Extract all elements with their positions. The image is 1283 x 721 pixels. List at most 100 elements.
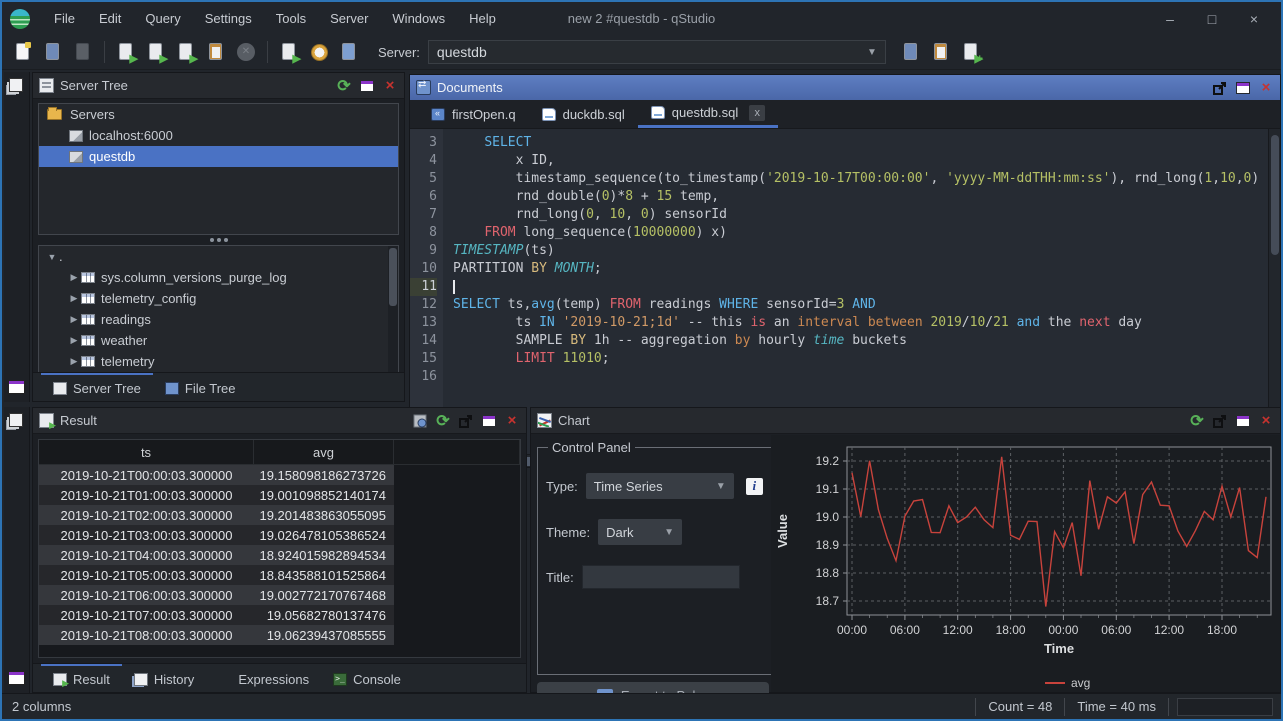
save-icon[interactable] xyxy=(71,40,95,64)
tree-collapsed-icon[interactable]: ▶ xyxy=(67,335,81,346)
table-row[interactable]: 2019-10-21T08:00:03.30000019.06239437085… xyxy=(39,625,520,645)
close-tab-icon[interactable]: x xyxy=(749,105,765,121)
refresh-icon[interactable]: ⟳ xyxy=(435,413,451,429)
svg-text:19.1: 19.1 xyxy=(816,482,840,496)
tree-item-table-sys-column-versions-purge-log[interactable]: ▶sys.column_versions_purge_log xyxy=(39,267,398,288)
maximize-icon[interactable] xyxy=(1235,80,1251,96)
tab-label: History xyxy=(154,672,194,687)
maximize-icon[interactable] xyxy=(359,78,375,94)
tree-item-table-telemetry-config[interactable]: ▶telemetry_config xyxy=(39,288,398,309)
execute-selection-icon[interactable]: ▶ xyxy=(174,40,198,64)
popout-icon[interactable] xyxy=(1212,413,1228,429)
edit-pen-icon[interactable] xyxy=(929,40,953,64)
close-icon[interactable]: × xyxy=(504,413,520,429)
line-number: 16 xyxy=(410,368,437,386)
add-server-icon[interactable]: ▶+ xyxy=(959,40,983,64)
chevron-down-icon[interactable]: ▼ xyxy=(867,47,877,58)
maximize-icon[interactable] xyxy=(481,413,497,429)
paste-icon[interactable] xyxy=(204,40,228,64)
new-document-icon[interactable] xyxy=(11,40,35,64)
menu-windows[interactable]: Windows xyxy=(380,4,457,33)
copy-documents-icon[interactable] xyxy=(899,40,923,64)
menu-settings[interactable]: Settings xyxy=(193,4,264,33)
table-row[interactable]: 2019-10-21T03:00:03.30000019.02647810538… xyxy=(39,525,520,545)
menu-query[interactable]: Query xyxy=(133,4,192,33)
chart-theme-select[interactable]: Dark ▼ xyxy=(598,519,682,545)
menu-tools[interactable]: Tools xyxy=(264,4,318,33)
stop-query-icon[interactable] xyxy=(234,40,258,64)
refresh-icon[interactable]: ⟳ xyxy=(1189,413,1205,429)
tables-tree-scrollbar[interactable] xyxy=(388,246,398,372)
doc-tab-questdb-sql[interactable]: questdb.sqlx xyxy=(638,100,779,128)
close-icon[interactable]: × xyxy=(1258,413,1274,429)
menu-edit[interactable]: Edit xyxy=(87,4,133,33)
tab-file-tree[interactable]: File Tree xyxy=(153,373,248,401)
editor-vertical-scrollbar[interactable] xyxy=(1268,129,1280,454)
tree-item-questdb[interactable]: questdb xyxy=(39,146,398,167)
doc-tab-duckdb-sql[interactable]: duckdb.sql xyxy=(529,100,638,128)
close-button[interactable]: × xyxy=(1233,11,1275,27)
tab-history[interactable]: History xyxy=(122,664,206,692)
tree-collapsed-icon[interactable]: ▶ xyxy=(67,314,81,325)
execute-query-icon[interactable]: ▶ xyxy=(114,40,138,64)
restore-window-icon[interactable] xyxy=(8,671,25,685)
column-header-avg[interactable]: avg xyxy=(254,440,394,464)
tree-item-servers-root[interactable]: Servers xyxy=(39,104,398,125)
line-number: 4 xyxy=(410,152,437,170)
doc-tab-firstOpen-q[interactable]: firstOpen.q xyxy=(418,100,529,128)
table-row[interactable]: 2019-10-21T06:00:03.30000019.00277217076… xyxy=(39,585,520,605)
close-icon[interactable]: × xyxy=(1258,80,1274,96)
maximize-icon[interactable] xyxy=(1235,413,1251,429)
query-scheduler-icon[interactable] xyxy=(307,40,331,64)
table-row[interactable]: 2019-10-21T00:00:03.30000019.15809818627… xyxy=(39,465,520,485)
tree-item-table-weather[interactable]: ▶weather xyxy=(39,330,398,351)
table-row[interactable]: 2019-10-21T07:00:03.30000019.05682780137… xyxy=(39,605,520,625)
tab-result[interactable]: Result xyxy=(41,664,122,692)
tree-item-table-telemetry[interactable]: ▶telemetry xyxy=(39,351,398,372)
menu-help[interactable]: Help xyxy=(457,4,508,33)
menu-file[interactable]: File xyxy=(42,4,87,33)
server-tree-icon xyxy=(39,78,54,93)
tab-console[interactable]: Console xyxy=(321,664,413,692)
popout-icon[interactable] xyxy=(1212,80,1228,96)
code-line: LIMIT 11010; xyxy=(453,350,1268,368)
tree-collapsed-icon[interactable]: ▶ xyxy=(67,272,81,283)
table-row[interactable]: 2019-10-21T05:00:03.30000018.84358810152… xyxy=(39,565,520,585)
popout-icon[interactable] xyxy=(458,413,474,429)
stacked-windows-icon[interactable] xyxy=(9,413,23,427)
editor-code[interactable]: SELECT x ID, timestamp_sequence(to_times… xyxy=(443,129,1268,454)
info-icon[interactable]: i xyxy=(746,478,763,495)
tree-splitter[interactable] xyxy=(38,236,399,244)
tree-item-schema-root[interactable]: ▼. xyxy=(39,246,398,267)
tab-server-tree[interactable]: Server Tree xyxy=(41,373,153,401)
minimize-button[interactable]: – xyxy=(1149,11,1191,27)
menu-server[interactable]: Server xyxy=(318,4,380,33)
stacked-windows-icon[interactable] xyxy=(9,78,23,92)
server-combobox[interactable]: questdb ▼ xyxy=(428,40,886,64)
chart-type-select[interactable]: Time Series ▼ xyxy=(586,473,734,499)
server-tree-panel: Server Tree ⟳ × Serverslocalhost:6000ques… xyxy=(32,72,405,402)
tab-expressions[interactable]: Expressions xyxy=(206,664,321,692)
tree-item-localhost-6000[interactable]: localhost:6000 xyxy=(39,125,398,146)
refresh-icon[interactable]: ⟳ xyxy=(336,78,352,94)
sql-editor[interactable]: 345678910111213141516 SELECT x ID, times… xyxy=(410,129,1268,454)
table-row[interactable]: 2019-10-21T02:00:03.30000019.20148386305… xyxy=(39,505,520,525)
send-query-icon[interactable]: ▶ xyxy=(277,40,301,64)
tree-item-table-readings[interactable]: ▶readings xyxy=(39,309,398,330)
open-file-icon[interactable] xyxy=(41,40,65,64)
chart-title-input[interactable] xyxy=(582,565,740,589)
export-icon[interactable] xyxy=(412,413,428,429)
cell-avg: 19.05682780137476 xyxy=(254,605,394,625)
column-header-ts[interactable]: ts xyxy=(39,440,254,464)
line-number: 14 xyxy=(410,332,437,350)
execute-line-icon[interactable]: ▶ xyxy=(144,40,168,64)
close-icon[interactable]: × xyxy=(382,78,398,94)
table-row[interactable]: 2019-10-21T04:00:03.30000018.92401598289… xyxy=(39,545,520,565)
tree-expanded-icon[interactable]: ▼ xyxy=(45,252,59,262)
run-script-icon[interactable] xyxy=(337,40,361,64)
table-row[interactable]: 2019-10-21T01:00:03.30000019.00109885214… xyxy=(39,485,520,505)
tree-collapsed-icon[interactable]: ▶ xyxy=(67,293,81,304)
tree-collapsed-icon[interactable]: ▶ xyxy=(67,356,81,367)
maximize-button[interactable]: □ xyxy=(1191,11,1233,27)
restore-window-icon[interactable] xyxy=(8,380,25,394)
